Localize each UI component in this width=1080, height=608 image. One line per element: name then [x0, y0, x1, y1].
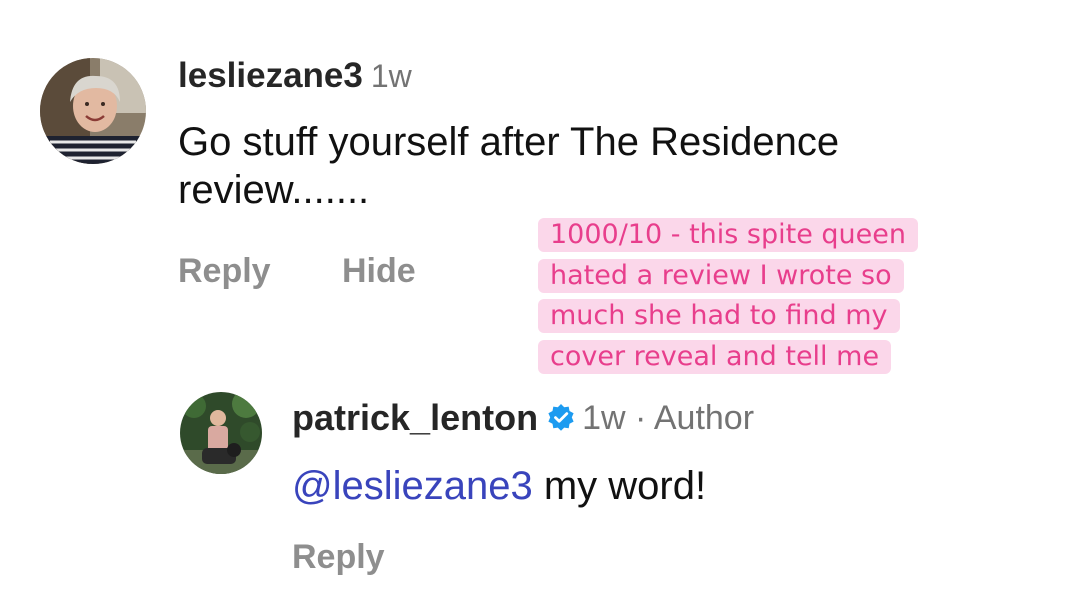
comment-text: Go stuff yourself after The Residence re…: [178, 120, 840, 212]
caption-line: 1000/10 - this spite queen: [538, 215, 982, 256]
username[interactable]: lesliezane3: [178, 56, 363, 95]
comment-body: my word!: [532, 464, 707, 508]
reply-button[interactable]: Reply: [292, 538, 385, 577]
comment-header: lesliezane3 1w: [178, 56, 412, 96]
caption-line: hated a review I wrote so: [538, 256, 982, 297]
commenter-avatar[interactable]: [40, 58, 146, 164]
author-avatar[interactable]: [180, 392, 262, 474]
timestamp: 1w: [370, 58, 412, 94]
caption-line: cover reveal and tell me: [538, 337, 982, 378]
comment-text: @lesliezane3 my word!: [292, 462, 706, 510]
caption-line: much she had to find my: [538, 296, 982, 337]
comment-header: patrick_lenton 1w · Author: [292, 398, 754, 438]
username[interactable]: patrick_lenton: [292, 398, 538, 438]
timestamp-author-label: 1w · Author: [582, 399, 755, 437]
hide-button[interactable]: Hide: [342, 252, 416, 291]
caption-overlay: 1000/10 - this spite queen hated a revie…: [538, 215, 982, 377]
avatar-photo-icon: [180, 392, 262, 474]
verified-badge-icon: [546, 403, 576, 433]
reply-button[interactable]: Reply: [178, 252, 271, 291]
avatar-photo-icon: [40, 58, 146, 164]
mention-link[interactable]: @lesliezane3: [292, 464, 533, 508]
